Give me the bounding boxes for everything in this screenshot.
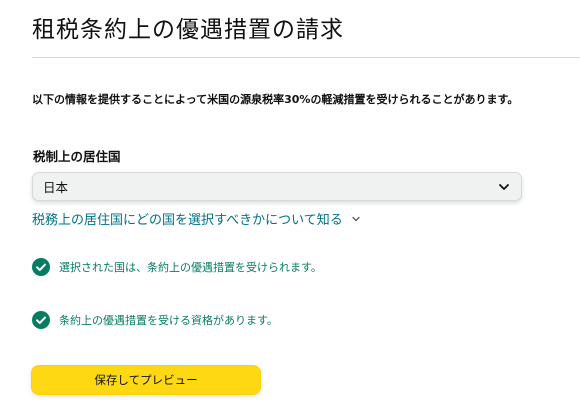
eligibility-status: 条約上の優遇措置を受ける資格があります。	[32, 311, 278, 329]
residence-country-select[interactable]: 日本	[32, 172, 522, 201]
status-text: 条約上の優遇措置を受ける資格があります。	[59, 314, 278, 327]
learn-residence-country-link[interactable]: 税務上の居住国にどの国を選択すべきかについて知る	[32, 209, 361, 228]
check-circle-icon	[32, 258, 50, 276]
chevron-down-icon	[352, 216, 360, 221]
check-circle-icon	[32, 311, 50, 329]
residence-country-label: 税制上の居住国	[33, 149, 121, 164]
status-text: 選択された国は、条約上の優遇措置を受けられます。	[59, 261, 322, 274]
country-eligible-status: 選択された国は、条約上の優遇措置を受けられます。	[32, 258, 322, 276]
learn-link-label: 税務上の居住国にどの国を選択すべきかについて知る	[32, 213, 343, 228]
page-title: 租税条約上の優遇措置の請求	[32, 17, 344, 43]
chevron-down-icon	[499, 183, 509, 190]
save-and-preview-button[interactable]: 保存してプレビュー	[31, 365, 261, 395]
tax-treaty-page: 租税条約上の優遇措置の請求 以下の情報を提供することによって米国の源泉税率30%…	[0, 0, 580, 410]
intro-text: 以下の情報を提供することによって米国の源泉税率30%の軽減措置を受けられることが…	[32, 93, 519, 106]
title-divider	[32, 57, 580, 58]
selected-country: 日本	[43, 180, 69, 195]
